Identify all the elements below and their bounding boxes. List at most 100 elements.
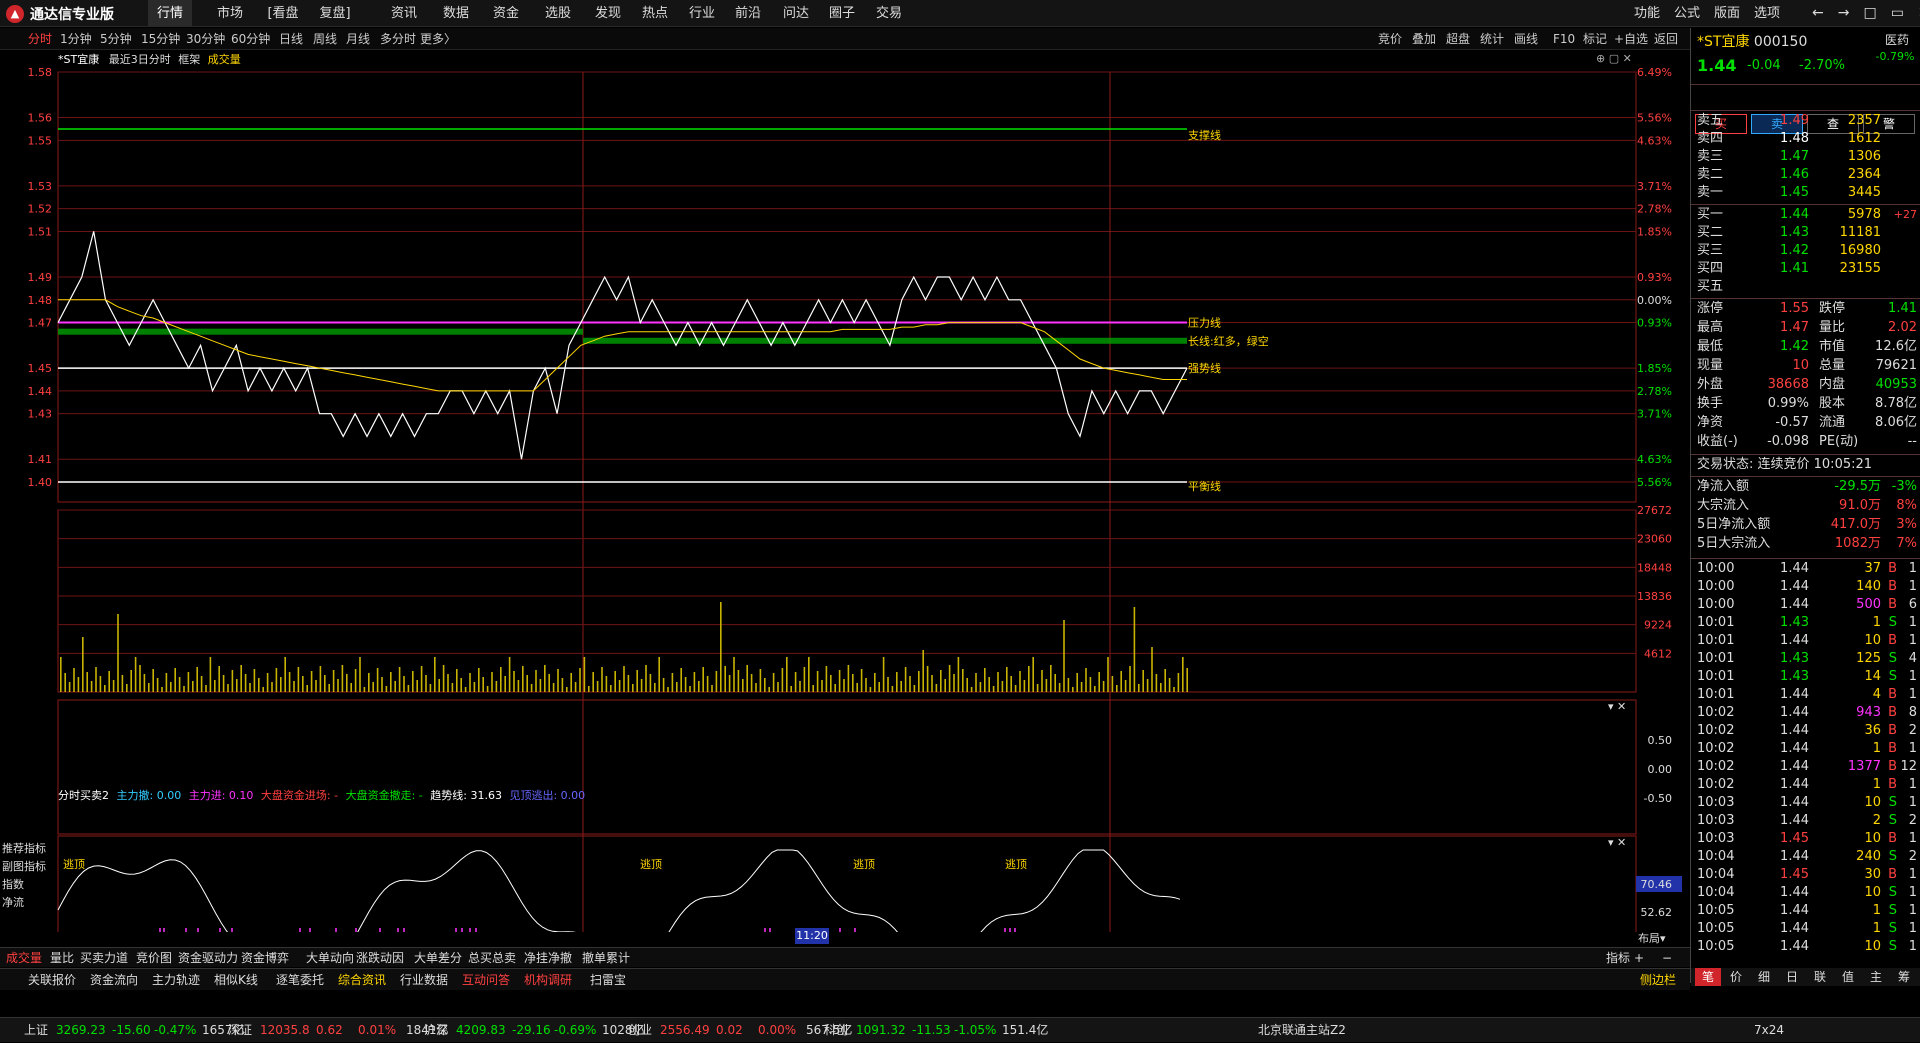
chart-range[interactable]: 最近3日分时 xyxy=(109,53,171,66)
menu-7[interactable]: 选股 xyxy=(536,0,580,27)
indicator-tab-1[interactable]: 量比 xyxy=(50,948,74,968)
ind-d: 大盘资金撤走: - xyxy=(345,789,423,802)
window-controls[interactable]: ←→□▭✕ xyxy=(1812,0,1920,27)
menu-3[interactable]: 复盘] xyxy=(315,0,355,27)
sidebar-toggle[interactable]: 侧边栏 xyxy=(1640,970,1676,990)
chart-frame[interactable]: 框架 xyxy=(178,53,200,66)
status-sz-0[interactable]: 深证 xyxy=(228,1018,252,1043)
info-tab-9[interactable]: 扫雷宝 xyxy=(590,970,626,990)
menu-4[interactable]: 资讯 xyxy=(382,0,426,27)
status-hs-0[interactable]: 沪深 xyxy=(424,1018,448,1043)
detail-tab-4[interactable]: 联 xyxy=(1807,968,1833,986)
detail-tab-2[interactable]: 细 xyxy=(1751,968,1777,986)
period-5[interactable]: 60分钟 xyxy=(231,28,270,50)
period-4[interactable]: 30分钟 xyxy=(186,28,225,50)
info-tab-8[interactable]: 机构调研 xyxy=(524,970,572,990)
detail-tab-7[interactable]: 筹 xyxy=(1891,968,1917,986)
detail-tab-3[interactable]: 日 xyxy=(1779,968,1805,986)
period-8[interactable]: 月线 xyxy=(346,28,370,50)
period-6[interactable]: 日线 xyxy=(279,28,303,50)
menu-2[interactable]: [看盘 xyxy=(263,0,303,27)
indicator-tab-11[interactable]: 撤单累计 xyxy=(582,948,630,968)
menu-right-1[interactable]: 公式 xyxy=(1668,0,1706,27)
indicator-tab-8[interactable]: 大单差分 xyxy=(414,948,462,968)
period-1[interactable]: 1分钟 xyxy=(60,28,92,50)
stat-5-cell-3: 8.78亿 xyxy=(1875,396,1917,411)
indicator-tab-6[interactable]: 大单动向 xyxy=(306,948,354,968)
panel-close-icon[interactable]: ▾ ✕ xyxy=(1608,700,1626,713)
menu-right-0[interactable]: 功能 xyxy=(1628,0,1666,27)
status-kc-0[interactable]: 科创 xyxy=(824,1018,848,1043)
tool-0[interactable]: 竞价 xyxy=(1378,28,1402,50)
chart-indicator[interactable]: 成交量 xyxy=(208,53,241,66)
ind-name[interactable]: 分时买卖2 xyxy=(58,789,109,802)
chart-corner-icons[interactable]: ⊕ ▢ ✕ xyxy=(1596,52,1632,65)
tool-4[interactable]: 画线 xyxy=(1514,28,1538,50)
info-tab-1[interactable]: 资金流向 xyxy=(90,970,138,990)
info-tab-5[interactable]: 综合资讯 xyxy=(338,970,386,990)
menu-13[interactable]: 圈子 xyxy=(820,0,864,27)
info-tab-2[interactable]: 主力轨迹 xyxy=(152,970,200,990)
status-cy-0[interactable]: 创业 xyxy=(628,1018,652,1043)
tool-6[interactable]: 标记 xyxy=(1583,28,1607,50)
indicator-tab-10[interactable]: 净挂净撤 xyxy=(524,948,572,968)
menu-right-3[interactable]: 选项 xyxy=(1748,0,1786,27)
side-label-1[interactable]: 副图指标 xyxy=(2,858,48,876)
menu-right-2[interactable]: 版面 xyxy=(1708,0,1746,27)
tool-5[interactable]: F10 xyxy=(1553,28,1575,50)
detail-tab-6[interactable]: 主 xyxy=(1863,968,1889,986)
info-tab-4[interactable]: 逐笔委托 xyxy=(276,970,324,990)
menu-8[interactable]: 发现 xyxy=(586,0,630,27)
tick-14: 10:03 1.44 2 S 2 xyxy=(1691,812,1920,830)
indicator-tab-7[interactable]: 涨跌动因 xyxy=(356,948,404,968)
tick-7-cell-3: B xyxy=(1888,687,1897,702)
info-tab-7[interactable]: 互动问答 xyxy=(462,970,510,990)
server-name[interactable]: 北京联通主站Z2 xyxy=(1258,1018,1346,1043)
tool-3[interactable]: 统计 xyxy=(1480,28,1504,50)
indicator-tab-2[interactable]: 买卖力道 xyxy=(80,948,128,968)
layout-button[interactable]: 布局▾ xyxy=(1638,930,1666,946)
period-10[interactable]: 更多〉 xyxy=(420,28,456,50)
status-sh-0[interactable]: 上证 xyxy=(24,1018,48,1043)
indicator-tab-9[interactable]: 总买总卖 xyxy=(468,948,516,968)
info-tab-3[interactable]: 相似K线 xyxy=(214,970,258,990)
info-tab-0[interactable]: 关联报价 xyxy=(28,970,76,990)
side-label-3[interactable]: 净流 xyxy=(2,894,48,912)
ind-close-icon[interactable]: ▾ ✕ xyxy=(1608,836,1626,849)
menu-9[interactable]: 热点 xyxy=(633,0,677,27)
menu-0[interactable]: 行情 xyxy=(148,0,192,27)
side-label-2[interactable]: 指数 xyxy=(2,876,48,894)
indicator-tab-3[interactable]: 竞价图 xyxy=(136,948,172,968)
indicator-tab-0[interactable]: 成交量 xyxy=(6,948,42,968)
info-tab-6[interactable]: 行业数据 xyxy=(400,970,448,990)
tool-8[interactable]: 返回 xyxy=(1654,28,1678,50)
menu-11[interactable]: 前沿 xyxy=(726,0,770,27)
period-2[interactable]: 5分钟 xyxy=(100,28,132,50)
side-label-0[interactable]: 推荐指标 xyxy=(2,840,48,858)
detail-tab-5[interactable]: 值 xyxy=(1835,968,1861,986)
period-0[interactable]: 分时 xyxy=(28,28,52,50)
left-side-labels[interactable]: 推荐指标 副图指标 指数 净流 xyxy=(2,840,48,912)
indicator-tab-4[interactable]: 资金驱动力 xyxy=(178,948,238,968)
tool-2[interactable]: 超盘 xyxy=(1446,28,1470,50)
chart-area[interactable]: 1.58 6.49% 1.56 5.56% 1.55 4.63% 1.53 3.71% 1.52… xyxy=(0,50,1690,945)
indicator-tab-right-2[interactable]: − xyxy=(1662,948,1672,968)
menu-12[interactable]: 问达 xyxy=(774,0,818,27)
period-7[interactable]: 周线 xyxy=(313,28,337,50)
period-3[interactable]: 15分钟 xyxy=(141,28,180,50)
menu-14[interactable]: 交易 xyxy=(867,0,911,27)
menu-10[interactable]: 行业 xyxy=(680,0,724,27)
period-9[interactable]: 多分时 xyxy=(380,28,416,50)
detail-tab-1[interactable]: 价 xyxy=(1723,968,1749,986)
detail-tab-0[interactable]: 笔 xyxy=(1695,968,1721,986)
indicator-tab-5[interactable]: 资金博弈 xyxy=(241,948,289,968)
indicator-tab-right-1[interactable]: + xyxy=(1634,948,1644,968)
menu-1[interactable]: 市场 xyxy=(210,0,250,27)
menu-5[interactable]: 数据 xyxy=(434,0,478,27)
tool-7[interactable]: +自选 xyxy=(1614,28,1648,50)
volume-bar xyxy=(552,683,555,692)
industry-label[interactable]: 医药 xyxy=(1877,31,1917,47)
tool-1[interactable]: 叠加 xyxy=(1412,28,1436,50)
indicator-tab-right-0[interactable]: 指标 xyxy=(1606,948,1630,968)
menu-6[interactable]: 资金 xyxy=(484,0,528,27)
